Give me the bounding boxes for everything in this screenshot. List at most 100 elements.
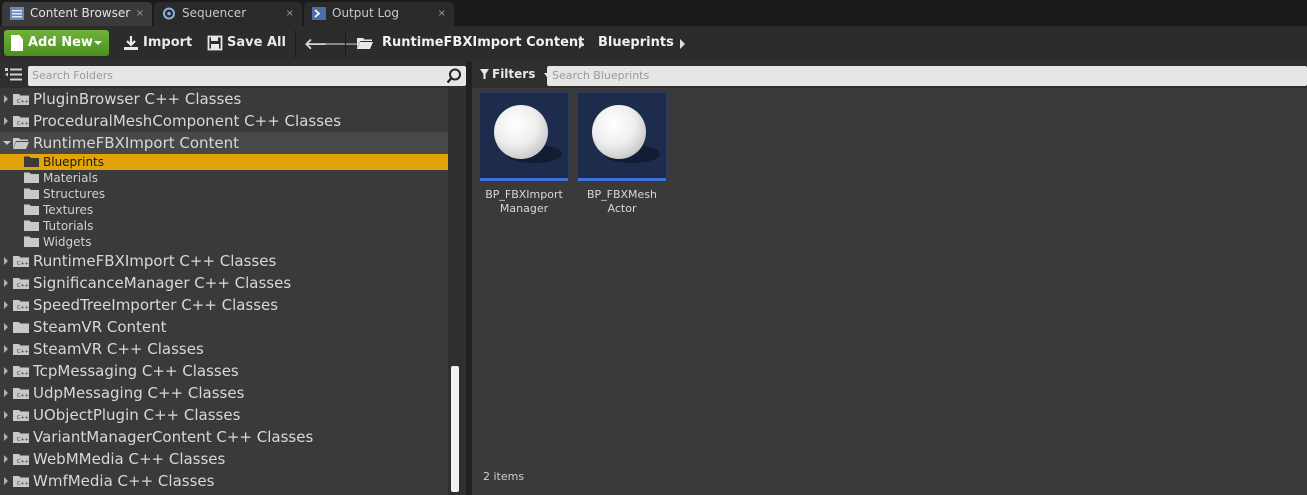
import-label: Import (143, 35, 193, 50)
expand-arrow-icon[interactable] (4, 323, 8, 331)
output-log-icon (312, 7, 326, 20)
subfolder-blueprints[interactable]: Blueprints (0, 154, 448, 170)
tab-bar: Content Browser × Sequencer × Output Log… (0, 0, 1307, 26)
close-icon[interactable]: × (438, 2, 446, 25)
svg-text:C++: C++ (17, 99, 29, 105)
tree-item-expanded[interactable]: RuntimeFBXImport Content (0, 132, 448, 154)
search-placeholder: Search Folders (32, 69, 114, 82)
breadcrumb-item[interactable]: RuntimeFBXImport Content (382, 30, 584, 56)
search-placeholder: Search Blueprints (552, 69, 650, 82)
open-folder-icon (13, 138, 29, 149)
asset-tile[interactable]: BP_FBXImport Manager (479, 92, 569, 222)
import-button[interactable]: Import (121, 30, 192, 56)
expand-arrow-icon[interactable] (4, 389, 8, 397)
subfolder-label: Structures (43, 187, 106, 201)
scrollbar-thumb[interactable] (451, 366, 459, 492)
expand-arrow-icon[interactable] (4, 345, 8, 353)
tab-label: Sequencer (182, 6, 247, 20)
tab-content-browser[interactable]: Content Browser × (2, 2, 152, 26)
tree-item[interactable]: C++ RuntimeFBXImport C++ Classes (0, 250, 448, 272)
tree-item[interactable]: SteamVR Content (0, 316, 448, 338)
add-new-button[interactable]: Add New (4, 30, 109, 56)
import-icon (124, 36, 138, 50)
breadcrumb-separator-icon[interactable] (680, 39, 685, 49)
expand-arrow-icon[interactable] (4, 433, 8, 441)
tree-item-label: SpeedTreeImporter C++ Classes (33, 296, 279, 314)
tree-item[interactable]: C++ SteamVR C++ Classes (0, 338, 448, 360)
tab-output-log[interactable]: Output Log × (304, 2, 454, 26)
tree-item[interactable]: C++ VariantManagerContent C++ Classes (0, 426, 448, 448)
folder-icon (24, 156, 39, 167)
folder-icon (24, 220, 39, 231)
tree-item-label: VariantManagerContent C++ Classes (33, 428, 314, 446)
tree-item[interactable]: C++ SpeedTreeImporter C++ Classes (0, 294, 448, 316)
collapse-arrow-icon[interactable] (3, 141, 11, 145)
search-folders-input[interactable]: Search Folders (28, 66, 466, 86)
toolbar-divider (295, 30, 296, 58)
filter-icon (480, 69, 489, 79)
tree-item[interactable]: C++ PluginBrowser C++ Classes (0, 88, 448, 110)
tree-item[interactable]: C++ UdpMessaging C++ Classes (0, 382, 448, 404)
expand-arrow-icon[interactable] (4, 367, 8, 375)
subfolder-widgets[interactable]: Widgets (0, 234, 448, 250)
tree-item[interactable]: C++ SignificanceManager C++ Classes (0, 272, 448, 294)
subfolder-structures[interactable]: Structures (0, 186, 448, 202)
tree-item-label: SteamVR Content (33, 318, 167, 336)
filters-button[interactable]: Filters (480, 67, 550, 81)
tree-item-label: UObjectPlugin C++ Classes (33, 406, 241, 424)
expand-arrow-icon[interactable] (4, 257, 8, 265)
svg-text:C++: C++ (17, 261, 29, 267)
asset-name: BP_FBXMesh Actor (571, 188, 673, 216)
expand-arrow-icon[interactable] (4, 455, 8, 463)
tree-toggle-icon[interactable] (5, 67, 23, 83)
asset-name-line: Actor (607, 202, 637, 215)
toolbar-divider (345, 30, 346, 58)
subfolder-materials[interactable]: Materials (0, 170, 448, 186)
asset-thumbnail (577, 92, 667, 182)
breadcrumb-item[interactable]: Blueprints (598, 30, 674, 56)
tree-scrollbar[interactable] (448, 88, 466, 495)
folder-icon (24, 188, 39, 199)
save-all-button[interactable]: Save All (205, 30, 286, 56)
tree-item-label: WebMMedia C++ Classes (33, 450, 226, 468)
asset-tile[interactable]: BP_FBXMesh Actor (577, 92, 667, 222)
breadcrumb-separator-icon[interactable] (579, 39, 584, 49)
expand-arrow-icon[interactable] (4, 117, 8, 125)
subfolder-label: Tutorials (43, 219, 94, 233)
subfolder-label: Blueprints (43, 155, 105, 169)
expand-arrow-icon[interactable] (4, 279, 8, 287)
expand-arrow-icon[interactable] (4, 301, 8, 309)
tab-sequencer[interactable]: Sequencer × (154, 2, 302, 26)
svg-text:C++: C++ (17, 283, 29, 289)
tree-item[interactable]: C++ WmfMedia C++ Classes (0, 470, 448, 492)
subfolder-tutorials[interactable]: Tutorials (0, 218, 448, 234)
asset-name-line: BP_FBXImport (485, 188, 563, 201)
expand-arrow-icon[interactable] (4, 95, 8, 103)
search-assets-input[interactable]: Search Blueprints (547, 66, 1307, 86)
tree-item[interactable]: C++ WebMMedia C++ Classes (0, 448, 448, 470)
close-icon[interactable]: × (136, 2, 144, 25)
subfolder-label: Widgets (43, 235, 92, 249)
expand-arrow-icon[interactable] (4, 477, 8, 485)
asset-type-underline (480, 178, 568, 181)
folder-icon (24, 172, 39, 183)
tree-item[interactable]: C++ TcpMessaging C++ Classes (0, 360, 448, 382)
tree-item[interactable]: C++ UObjectPlugin C++ Classes (0, 404, 448, 426)
cpp-folder-icon: C++ (13, 94, 29, 105)
folder-search-row: Search Folders (0, 62, 466, 88)
tree-item-label: SignificanceManager C++ Classes (33, 274, 292, 292)
toolbar: Add New Import Save All 🡐 🡒 RuntimeFBXIm… (0, 26, 1307, 62)
save-icon (207, 35, 223, 51)
svg-text:C++: C++ (17, 349, 29, 355)
cpp-folder-icon: C++ (13, 366, 29, 377)
sequencer-icon (163, 7, 175, 20)
tree-item-label: ProceduralMeshComponent C++ Classes (33, 112, 342, 130)
new-file-icon (11, 35, 23, 51)
subfolder-textures[interactable]: Textures (0, 202, 448, 218)
asset-type-underline (578, 178, 666, 181)
expand-arrow-icon[interactable] (4, 411, 8, 419)
close-icon[interactable]: × (286, 2, 294, 25)
tree-item-label: RuntimeFBXImport C++ Classes (33, 252, 277, 270)
search-icon[interactable] (446, 68, 462, 84)
tree-item[interactable]: C++ ProceduralMeshComponent C++ Classes (0, 110, 448, 132)
